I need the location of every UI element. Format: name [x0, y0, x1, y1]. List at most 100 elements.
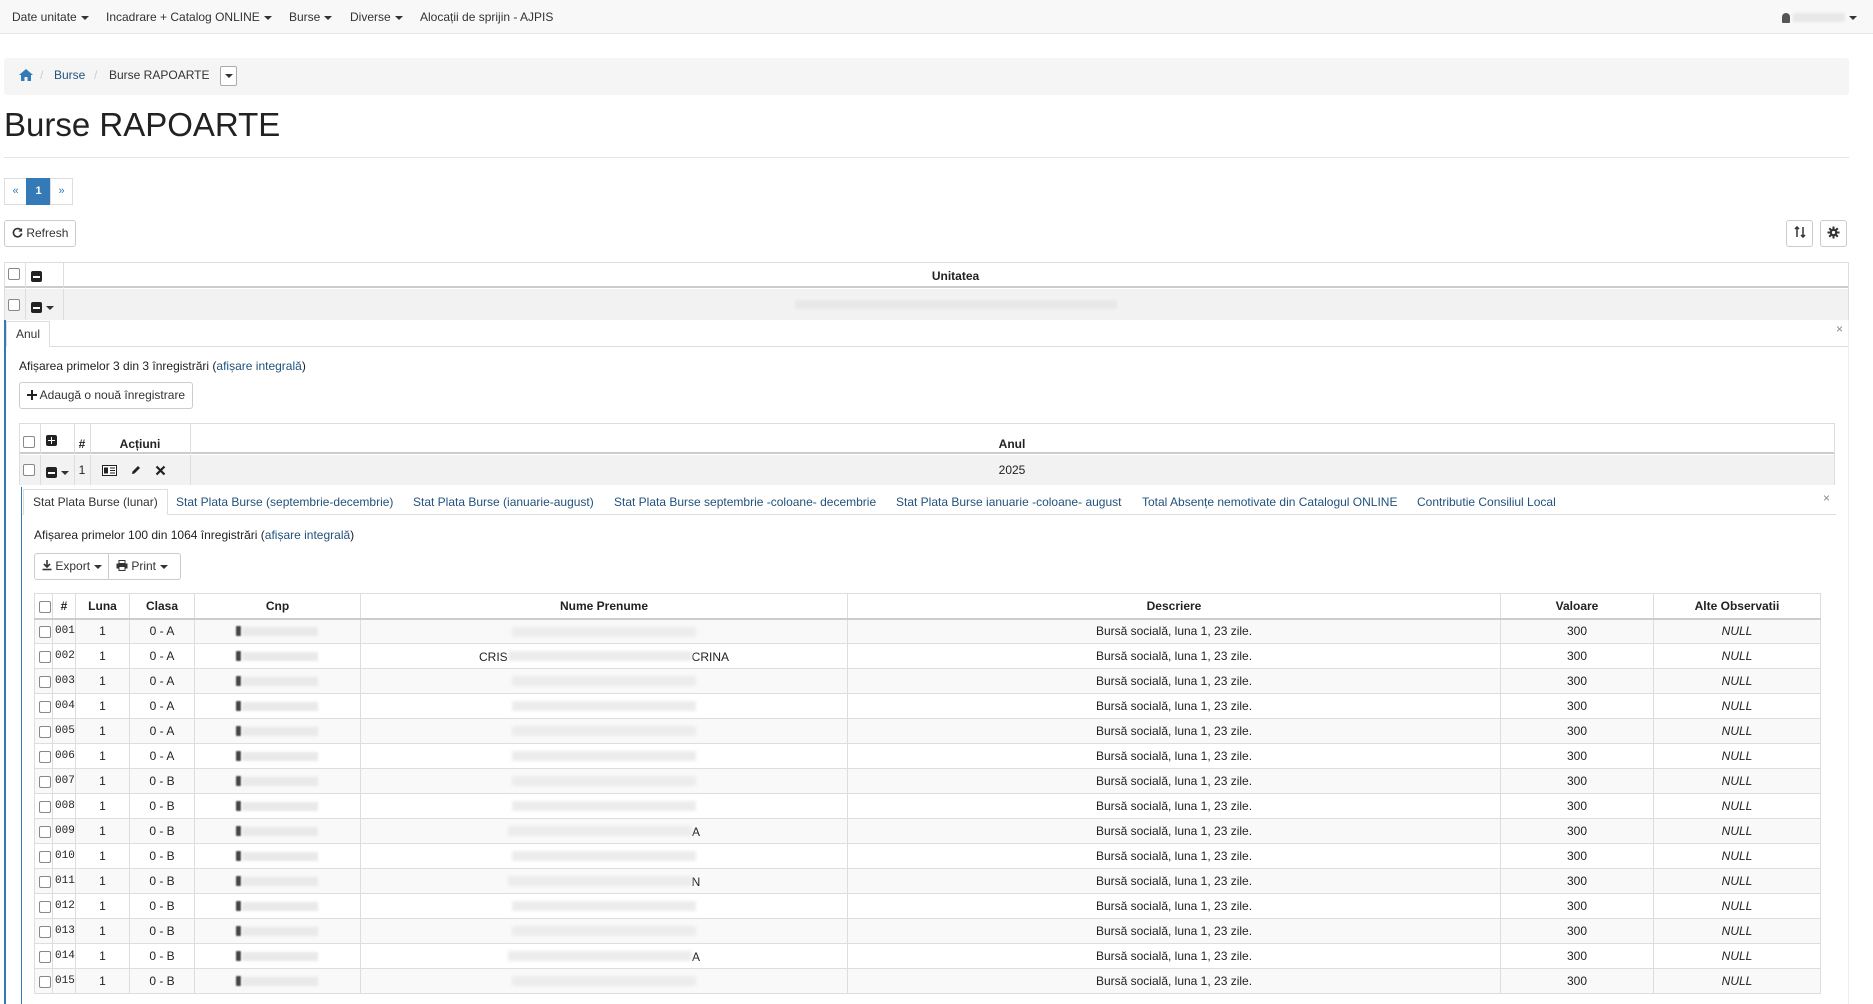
- table-row: 011 1 0 - B N Bursă socială, luna 1, 23 zile…: [34, 868, 1821, 894]
- select-all-checkbox[interactable]: [23, 436, 35, 448]
- export-icon: [42, 560, 52, 571]
- column-divider: [40, 424, 41, 454]
- row-number: 008: [52, 793, 76, 819]
- tab-stat-plata-sept-dec[interactable]: Stat Plata Burse (septembrie-decembrie): [176, 495, 393, 509]
- cell-luna: 1: [75, 818, 130, 844]
- row-collapse-toggle[interactable]: [31, 299, 54, 314]
- row-checkbox[interactable]: [39, 700, 51, 713]
- cnp-redacted: [235, 723, 320, 739]
- row-checkbox[interactable]: [39, 850, 51, 863]
- cell-nume-prenume: [360, 968, 848, 994]
- column-divider: [63, 289, 64, 320]
- row-number: 010: [52, 843, 76, 869]
- row-checkbox[interactable]: [8, 299, 20, 311]
- show-all-link[interactable]: afișare integrală: [216, 359, 301, 373]
- home-icon[interactable]: [19, 69, 33, 81]
- tab-contributie-consiliu[interactable]: Contributie Consiliul Local: [1417, 495, 1556, 509]
- close-icon[interactable]: ×: [1823, 491, 1830, 505]
- collapse-all-icon[interactable]: [31, 271, 42, 282]
- username-redacted: [1793, 13, 1845, 23]
- row-checkbox[interactable]: [39, 675, 51, 688]
- nav-burse[interactable]: Burse: [289, 10, 333, 24]
- table-row: 009 1 0 - B A Bursă socială, luna 1, 23 zile…: [34, 818, 1821, 844]
- row-checkbox[interactable]: [39, 650, 51, 663]
- pencil-icon[interactable]: [130, 464, 142, 476]
- row-select-cell: [34, 743, 53, 769]
- show-all-link[interactable]: afișare integrală: [265, 528, 350, 542]
- row-checkbox[interactable]: [23, 464, 35, 476]
- cell-clasa: 0 - A: [129, 643, 195, 669]
- cell-nume-prenume: [360, 793, 848, 819]
- cell-alte-observatii: NULL: [1653, 893, 1821, 919]
- cell-cnp: [194, 643, 361, 669]
- row-select-cell: [34, 643, 53, 669]
- cell-clasa: 0 - B: [129, 868, 195, 894]
- cell-cnp: [194, 893, 361, 919]
- row-checkbox[interactable]: [39, 950, 51, 963]
- table-row: 013 1 0 - B Bursă socială, luna 1, 23 zile.…: [34, 918, 1821, 944]
- select-all-checkbox[interactable]: [8, 268, 20, 280]
- row-checkbox[interactable]: [39, 750, 51, 763]
- row-checkbox[interactable]: [39, 800, 51, 813]
- expand-all-icon[interactable]: [46, 435, 57, 446]
- row-checkbox[interactable]: [39, 825, 51, 838]
- tab-stat-plata-ian-aug[interactable]: Stat Plata Burse (ianuarie-august): [413, 495, 594, 509]
- export-label: Export: [55, 559, 91, 573]
- print-button[interactable]: Print: [108, 553, 181, 580]
- cnp-redacted: [235, 623, 320, 639]
- cell-valoare: 300: [1500, 768, 1654, 794]
- column-header-anul: Anul: [998, 437, 1026, 451]
- print-label: Print: [131, 559, 157, 573]
- caret-down-icon: [160, 564, 169, 569]
- pager-prev[interactable]: «: [4, 178, 27, 205]
- nav-diverse[interactable]: Diverse: [350, 10, 403, 24]
- add-record-button[interactable]: Adaugă o nouă înregistrare: [19, 382, 194, 409]
- sort-button[interactable]: [1786, 220, 1813, 247]
- cell-cnp: [194, 668, 361, 694]
- delete-icon[interactable]: [155, 465, 166, 476]
- nav-alocatii-sprijin[interactable]: Alocații de sprijin - AJPIS: [420, 10, 553, 24]
- nav-date-unitate[interactable]: Date unitate: [12, 10, 89, 24]
- cell-alte-observatii: NULL: [1653, 918, 1821, 944]
- row-number: 001: [52, 618, 76, 644]
- breadcrumb-dropdown-button[interactable]: [220, 66, 237, 86]
- row-checkbox[interactable]: [39, 975, 51, 988]
- row-checkbox[interactable]: [39, 925, 51, 938]
- tab-total-absente[interactable]: Total Absențe nemotivate din Catalogul O…: [1142, 495, 1397, 509]
- view-report-icon[interactable]: [102, 465, 117, 476]
- report-panel-border: [21, 487, 22, 1004]
- breadcrumb-burse-link[interactable]: Burse: [54, 68, 85, 82]
- tab-stat-plata-lunar[interactable]: Stat Plata Burse (lunar): [23, 489, 168, 515]
- close-icon[interactable]: ×: [1836, 322, 1843, 336]
- unitate-name-redacted: [795, 300, 1117, 309]
- column-divider: [25, 289, 26, 320]
- name-redacted: [507, 826, 692, 837]
- row-checkbox[interactable]: [39, 875, 51, 888]
- pager-page-1[interactable]: 1: [26, 178, 51, 205]
- row-checkbox[interactable]: [39, 725, 51, 738]
- cell-descriere: Bursă socială, luna 1, 23 zile.: [847, 918, 1501, 944]
- select-all-checkbox[interactable]: [39, 600, 51, 613]
- cell-valoare: 300: [1500, 693, 1654, 719]
- cell-nume-prenume: [360, 843, 848, 869]
- row-collapse-toggle[interactable]: [46, 464, 69, 479]
- row-checkbox[interactable]: [39, 775, 51, 788]
- tab-stat-plata-coloane-ian-aug[interactable]: Stat Plata Burse ianuarie -coloane- augu…: [896, 495, 1121, 509]
- user-menu[interactable]: [1782, 10, 1857, 24]
- refresh-button[interactable]: Refresh: [4, 220, 77, 247]
- row-checkbox[interactable]: [39, 626, 51, 639]
- cell-descriere: Bursă socială, luna 1, 23 zile.: [847, 968, 1501, 994]
- nav-incadrare-catalog[interactable]: Incadrare + Catalog ONLINE: [106, 10, 272, 24]
- row-checkbox[interactable]: [39, 900, 51, 913]
- breadcrumb-separator: /: [94, 68, 98, 82]
- cell-clasa: 0 - B: [129, 968, 195, 994]
- cell-luna: 1: [75, 868, 130, 894]
- pager-next[interactable]: »: [50, 178, 73, 205]
- anul-header-row: # Acțiuni Anul: [20, 424, 1834, 454]
- caret-down-icon: [394, 15, 403, 20]
- tab-stat-plata-coloane-sept-dec[interactable]: Stat Plata Burse septembrie -coloane- de…: [614, 495, 876, 509]
- export-button[interactable]: Export: [34, 553, 109, 580]
- tab-anul[interactable]: Anul: [6, 321, 51, 347]
- settings-button[interactable]: [1820, 220, 1847, 247]
- cell-alte-observatii: NULL: [1653, 643, 1821, 669]
